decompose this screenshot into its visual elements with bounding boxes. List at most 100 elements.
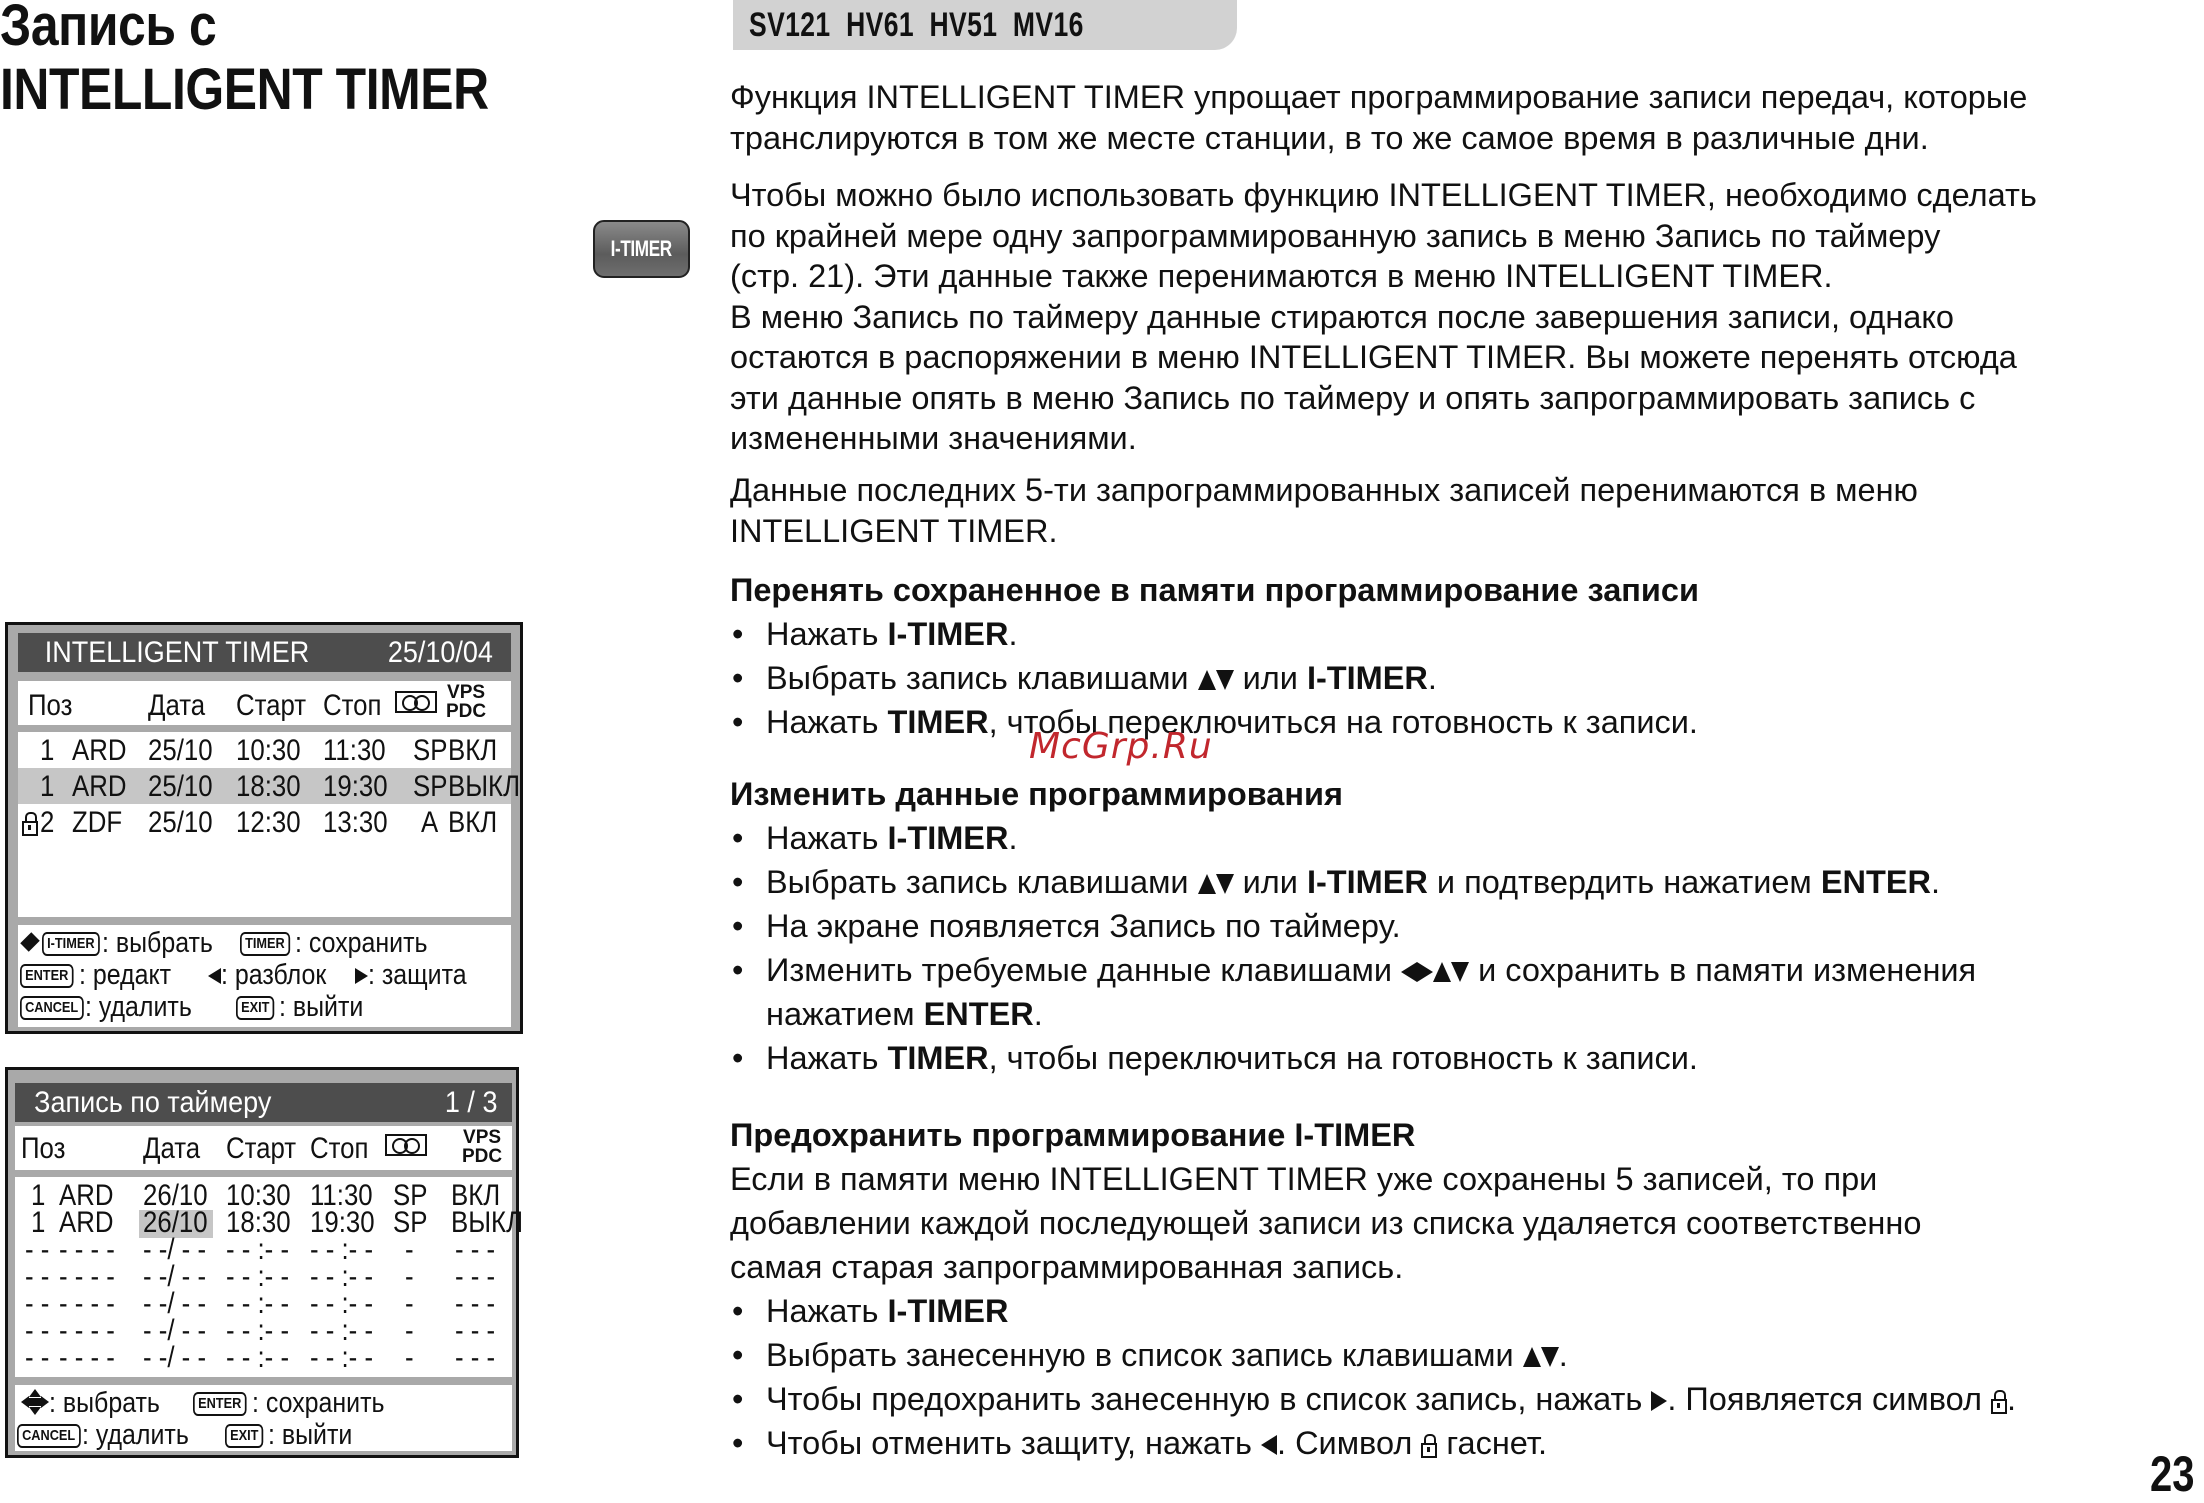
exit-key-icon: EXIT bbox=[236, 996, 275, 1020]
right-arrow-icon bbox=[1417, 962, 1434, 983]
list-item: Изменить требуемые данные клавишами и со… bbox=[730, 948, 2190, 1036]
legend-text: : выйти bbox=[268, 1419, 353, 1451]
key-name: I-TIMER bbox=[887, 616, 1009, 652]
protect-text-line: добавлении каждой последующей записи из … bbox=[730, 1205, 1922, 1241]
osd-title: INTELLIGENT TIMER bbox=[44, 635, 310, 669]
key-name: I-TIMER bbox=[887, 1293, 1009, 1329]
protect-text-line: самая старая запрограммированная запись. bbox=[730, 1249, 1404, 1285]
cancel-key-icon: CANCEL bbox=[20, 996, 84, 1020]
osd-intelligent-timer: INTELLIGENT TIMER 25/10/04 Поз Дата Стар… bbox=[5, 622, 523, 1034]
text: . Появляется символ bbox=[1667, 1381, 1991, 1417]
cell-vps-text: ВЫКЛ bbox=[448, 770, 521, 803]
cell-pos: 1 bbox=[40, 734, 57, 768]
section-copy-heading: Перенять сохраненное в памяти программир… bbox=[730, 572, 1699, 608]
table-row[interactable]: 1 ARD 25/10 18:30 19:30 SP ВЫКЛ bbox=[18, 768, 520, 804]
cell-date-text: - -/ - - bbox=[143, 1341, 207, 1374]
cell-pos: - - bbox=[25, 1341, 53, 1375]
itimer-button-label: I-TIMER bbox=[610, 236, 673, 261]
section-edit-heading: Изменить данные программирования bbox=[730, 776, 1343, 812]
osd-title: Запись по таймеру bbox=[34, 1085, 272, 1119]
intro-p2-line: В меню Запись по таймеру данные стираютс… bbox=[730, 298, 1955, 335]
text: гаснет. bbox=[1437, 1425, 1548, 1461]
cell-pos-text: - - bbox=[25, 1341, 50, 1374]
text: . bbox=[1558, 1337, 1568, 1373]
protect-text-line: Если в памяти меню INTELLIGENT TIMER уже… bbox=[730, 1161, 1878, 1197]
osd-title-bar: Запись по таймеру 1 / 3 bbox=[15, 1083, 512, 1122]
key-name: ENTER bbox=[1820, 864, 1931, 900]
legend-line: ENTER: редакт bbox=[20, 959, 186, 991]
table-row[interactable]: - -- - - -- -/ - -- - :- -- - :- --- - - bbox=[15, 1341, 512, 1374]
table-row[interactable]: 2 ZDF 25/10 12:30 13:30 A ВКЛ bbox=[18, 804, 511, 840]
cell-stop-text: 19:30 bbox=[323, 770, 388, 803]
cell-speed-text: A bbox=[421, 806, 439, 839]
list-item: Выбрать запись клавишами или I-TIMER и п… bbox=[730, 860, 2190, 904]
left-arrow-icon bbox=[1401, 962, 1418, 983]
legend-text: : выйти bbox=[279, 991, 364, 1023]
text: . bbox=[2006, 1381, 2016, 1417]
intro-p3-text: Данные последних 5-ти запрограммированны… bbox=[730, 472, 1918, 549]
key-name: ENTER bbox=[923, 996, 1034, 1032]
cell-station: ZDF bbox=[72, 806, 130, 840]
itimer-remote-button-icon: I-TIMER bbox=[593, 220, 690, 278]
table-row[interactable]: 1 ARD 25/10 10:30 11:30 SP ВКЛ bbox=[18, 732, 511, 768]
text: или bbox=[1233, 660, 1307, 696]
cell-stop: - - :- - bbox=[310, 1341, 383, 1375]
lock-icon bbox=[1421, 1434, 1438, 1458]
osd-date: 25/10/04 bbox=[388, 635, 494, 669]
intro-p2-line: остаются в распоряжении в меню INTELLIGE… bbox=[730, 339, 2017, 375]
four-way-arrow-icon bbox=[21, 1389, 49, 1415]
cell-pos-text: 2 bbox=[40, 806, 55, 839]
right-arrow-icon bbox=[1651, 1391, 1668, 1412]
cell-date: 25/10 bbox=[148, 734, 223, 768]
exit-key-icon: EXIT bbox=[225, 1424, 264, 1448]
cell-speed: A bbox=[421, 806, 441, 840]
up-arrow-icon bbox=[1197, 670, 1216, 691]
list-item: Выбрать запись клавишами или I-TIMER. bbox=[730, 656, 2190, 700]
legend-line: EXIT: выйти bbox=[236, 991, 377, 1023]
text: нажатием bbox=[766, 996, 924, 1032]
cell-stop: 11:30 bbox=[323, 734, 396, 768]
legend-line: ENTER: сохранить bbox=[193, 1387, 406, 1419]
intro-p2-line: эти данные опять в меню Запись по таймер… bbox=[730, 379, 1976, 416]
text: , чтобы переключиться на готовность к за… bbox=[988, 1040, 1698, 1076]
section-protect-heading: Предохранить программирование I-TIMER bbox=[730, 1117, 1416, 1153]
cell-start-text: - - :- - bbox=[226, 1341, 290, 1374]
text: Нажать bbox=[766, 1040, 888, 1076]
text: Нажать bbox=[766, 704, 888, 740]
cell-vps-text: - - - bbox=[455, 1341, 496, 1374]
enter-key-icon: ENTER bbox=[20, 964, 74, 988]
osd-header-row: Поз Дата Старт Стоп VPS PDC bbox=[15, 1126, 512, 1170]
cell-station-text: - - - - bbox=[59, 1341, 115, 1374]
col-header-vps: VPS PDC bbox=[446, 683, 486, 721]
model-tag: SV121 HV61 HV51 MV16 bbox=[733, 0, 1237, 50]
up-arrow-icon bbox=[1197, 874, 1216, 895]
cell-speed-text: SP bbox=[413, 770, 448, 803]
cell-vps-text: ВКЛ bbox=[448, 806, 498, 839]
cell-date: 25/10 bbox=[148, 770, 223, 804]
osd-title-bar: INTELLIGENT TIMER 25/10/04 bbox=[18, 633, 511, 672]
legend-line: CANCEL: удалить bbox=[20, 991, 209, 1023]
legend-text: : удалить bbox=[81, 1419, 189, 1451]
pdc-label: PDC bbox=[446, 701, 487, 722]
watermark: McGrp.Ru bbox=[1029, 726, 1213, 767]
list-item: Нажать I-TIMER. bbox=[730, 612, 2190, 656]
text: или bbox=[1233, 864, 1307, 900]
legend-line: TIMER: сохранить bbox=[240, 927, 449, 959]
cell-vps: ВКЛ bbox=[448, 806, 505, 840]
legend-text: : защита bbox=[368, 959, 467, 991]
intro-p2-line: измененными значениями. bbox=[730, 420, 1137, 456]
right-arrow-icon bbox=[355, 968, 368, 985]
up-arrow-icon bbox=[1522, 1347, 1541, 1368]
cell-speed: - bbox=[405, 1341, 415, 1375]
cell-start-text: 18:30 bbox=[236, 770, 301, 803]
cell-stop: 19:30 bbox=[323, 770, 398, 804]
cell-vps: ВЫКЛ bbox=[448, 770, 532, 804]
cell-start: - - :- - bbox=[226, 1341, 299, 1375]
text: Изменить требуемые данные клавишами bbox=[766, 952, 1402, 988]
text: Выбрать запись клавишами bbox=[766, 660, 1198, 696]
key-name: TIMER bbox=[887, 1040, 989, 1076]
legend-text: : разблок bbox=[221, 959, 327, 991]
cell-stop-text: 11:30 bbox=[323, 734, 386, 767]
text: Выбрать запись клавишами bbox=[766, 864, 1198, 900]
col-header-start: Старт bbox=[226, 1132, 297, 1165]
